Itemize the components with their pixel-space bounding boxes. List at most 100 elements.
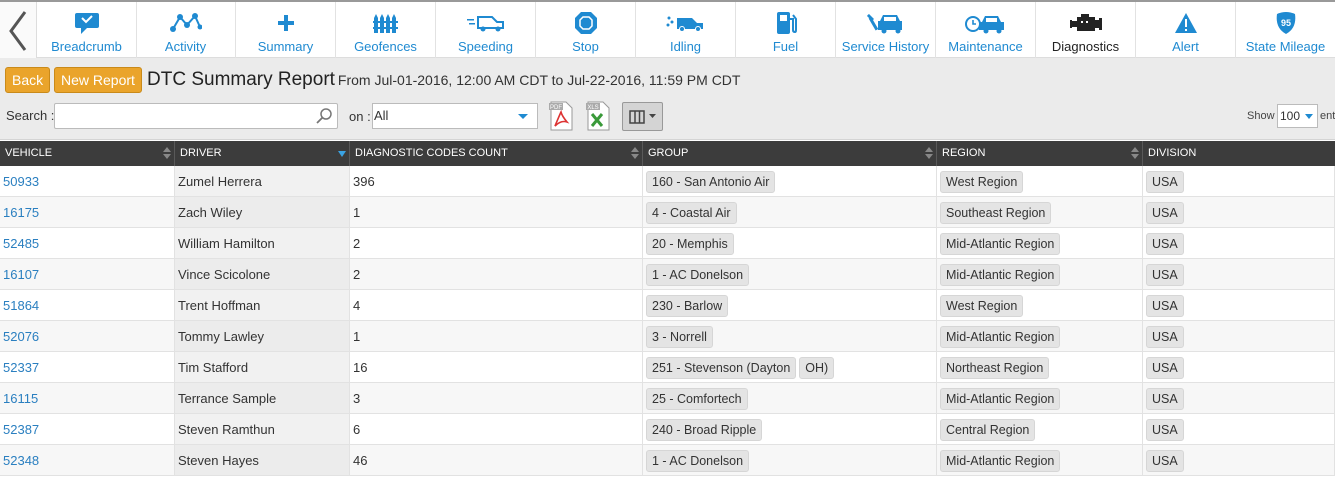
table-row[interactable]: 50933 Zumel Herrera 396 160 - San Antonio A… <box>0 166 1335 197</box>
region-tag: Central Region <box>940 419 1036 441</box>
cell-division: USA <box>1143 414 1335 444</box>
driver-value: Trent Hoffman <box>178 298 261 313</box>
cell-count: 6 <box>350 414 643 444</box>
nav-back-arrow[interactable] <box>0 2 37 60</box>
nav-service-history-label: Service History <box>841 39 930 54</box>
vehicle-link[interactable]: 16107 <box>3 267 39 282</box>
region-tag: Mid-Atlantic Region <box>940 233 1061 255</box>
activity-icon <box>169 13 202 32</box>
table-row[interactable]: 52387 Steven Ramthun 6 240 - Broad Ripple Ce… <box>0 414 1335 445</box>
fence-icon <box>372 14 398 33</box>
cell-count: 1 <box>350 321 643 351</box>
division-tag: USA <box>1146 233 1184 255</box>
nav-summary-label: Summary <box>257 39 314 54</box>
group-tag: 230 - Barlow <box>646 295 729 317</box>
division-tag: USA <box>1146 388 1184 410</box>
vehicle-link[interactable]: 52387 <box>3 422 39 437</box>
search-icon[interactable] <box>315 107 333 125</box>
cell-driver: William Hamilton <box>175 228 350 258</box>
nav-breadcrumb[interactable]: Breadcrumb <box>37 2 137 60</box>
vehicle-link[interactable]: 50933 <box>3 174 39 189</box>
vehicle-link[interactable]: 52337 <box>3 360 39 375</box>
nav-diagnostics[interactable]: Diagnostics <box>1036 2 1136 60</box>
nav-alert[interactable]: Alert <box>1136 2 1236 60</box>
column-header-division[interactable]: DIVISION <box>1143 141 1335 166</box>
nav-stop[interactable]: Stop <box>536 2 636 60</box>
cell-group: 1 - AC Donelson <box>643 259 937 289</box>
nav-state-mileage[interactable]: 95 State Mileage <box>1236 2 1335 60</box>
driver-value: William Hamilton <box>178 236 275 251</box>
vehicle-link[interactable]: 16175 <box>3 205 39 220</box>
sort-desc-icon <box>338 147 346 160</box>
driver-value: Steven Ramthun <box>178 422 275 437</box>
cell-driver: Vince Scicolone <box>175 259 350 289</box>
column-header-group[interactable]: GROUP <box>643 141 937 166</box>
pdf-export-icon[interactable]: PDF <box>548 101 574 131</box>
cell-vehicle: 52076 <box>0 321 175 351</box>
new-report-button[interactable]: New Report <box>54 67 142 93</box>
vehicle-link[interactable]: 52076 <box>3 329 39 344</box>
nav-idling-label: Idling <box>669 39 702 54</box>
nav-summary[interactable]: Summary <box>236 2 336 60</box>
column-header-region[interactable]: REGION <box>937 141 1143 166</box>
count-value: 4 <box>353 298 361 313</box>
count-value: 3 <box>353 391 361 406</box>
column-header-label: VEHICLE <box>5 147 53 159</box>
table-row[interactable]: 16115 Terrance Sample 3 25 - Comfortech Mid-… <box>0 383 1335 414</box>
back-button[interactable]: Back <box>5 67 51 93</box>
table-row[interactable]: 52337 Tim Stafford 16 251 - Stevenson (Dayt… <box>0 352 1335 383</box>
group-tag: 1 - AC Donelson <box>646 450 750 472</box>
table-row[interactable]: 16107 Vince Scicolone 2 1 - AC Donelson Mid-… <box>0 259 1335 290</box>
column-header-diagnostic-codes-count[interactable]: DIAGNOSTIC CODES COUNT <box>350 141 643 166</box>
column-chooser-button[interactable] <box>622 102 663 131</box>
table-row[interactable]: 51864 Trent Hoffman 4 230 - Barlow West Regi… <box>0 290 1335 321</box>
column-header-vehicle[interactable]: VEHICLE <box>0 141 175 166</box>
cell-group: 251 - Stevenson (Dayton OH) <box>643 352 937 382</box>
cell-division: USA <box>1143 228 1335 258</box>
nav-geofences[interactable]: Geofences <box>336 2 436 60</box>
table-row[interactable]: 52348 Steven Hayes 46 1 - AC Donelson Mid-At… <box>0 445 1335 476</box>
search-input[interactable] <box>54 103 338 129</box>
vehicle-link[interactable]: 52348 <box>3 453 39 468</box>
cell-division: USA <box>1143 290 1335 320</box>
sort-icon <box>163 147 171 160</box>
division-tag: USA <box>1146 171 1184 193</box>
cell-division: USA <box>1143 445 1335 475</box>
nav-maintenance[interactable]: Maintenance <box>936 2 1036 60</box>
vehicle-link[interactable]: 52485 <box>3 236 39 251</box>
nav-fuel[interactable]: Fuel <box>736 2 836 60</box>
cell-vehicle: 16175 <box>0 197 175 227</box>
top-nav: Breadcrumb Activity Summary Geofences Sp… <box>0 0 1335 60</box>
plus-icon <box>277 15 294 31</box>
column-header-driver[interactable]: DRIVER <box>175 141 350 166</box>
nav-speeding[interactable]: Speeding <box>436 2 536 60</box>
count-value: 396 <box>353 174 375 189</box>
xls-export-icon[interactable]: XLS <box>585 101 611 131</box>
region-tag: Mid-Atlantic Region <box>940 326 1061 348</box>
search-on-label: on : <box>349 109 371 124</box>
cell-vehicle: 52387 <box>0 414 175 444</box>
cell-vehicle: 50933 <box>0 166 175 196</box>
table-row[interactable]: 52485 William Hamilton 2 20 - Memphis Mid-At… <box>0 228 1335 259</box>
count-value: 1 <box>353 205 361 220</box>
pdf-badge-label: PDF <box>550 105 562 111</box>
cell-region: West Region <box>937 290 1143 320</box>
group-tag: 20 - Memphis <box>646 233 734 255</box>
table-row[interactable]: 16175 Zach Wiley 1 4 - Coastal Air Southeast… <box>0 197 1335 228</box>
region-tag: Mid-Atlantic Region <box>940 450 1061 472</box>
nav-idling[interactable]: Idling <box>636 2 736 60</box>
page-size-select[interactable]: 100 <box>1277 104 1318 128</box>
report-title: DTC Summary Report <box>147 69 335 90</box>
cell-division: USA <box>1143 259 1335 289</box>
nav-activity[interactable]: Activity <box>136 2 236 60</box>
cell-group: 25 - Comfortech <box>643 383 937 413</box>
vehicle-link[interactable]: 51864 <box>3 298 39 313</box>
vehicle-link[interactable]: 16115 <box>3 391 38 406</box>
cell-driver: Tommy Lawley <box>175 321 350 351</box>
cell-division: USA <box>1143 352 1335 382</box>
nav-service-history[interactable]: Service History <box>836 2 936 60</box>
search-column-select[interactable]: All <box>372 103 538 129</box>
group-tag: 240 - Broad Ripple <box>646 419 763 441</box>
breadcrumb-icon <box>74 13 99 34</box>
table-row[interactable]: 52076 Tommy Lawley 1 3 - Norrell Mid-Atlanti… <box>0 321 1335 352</box>
